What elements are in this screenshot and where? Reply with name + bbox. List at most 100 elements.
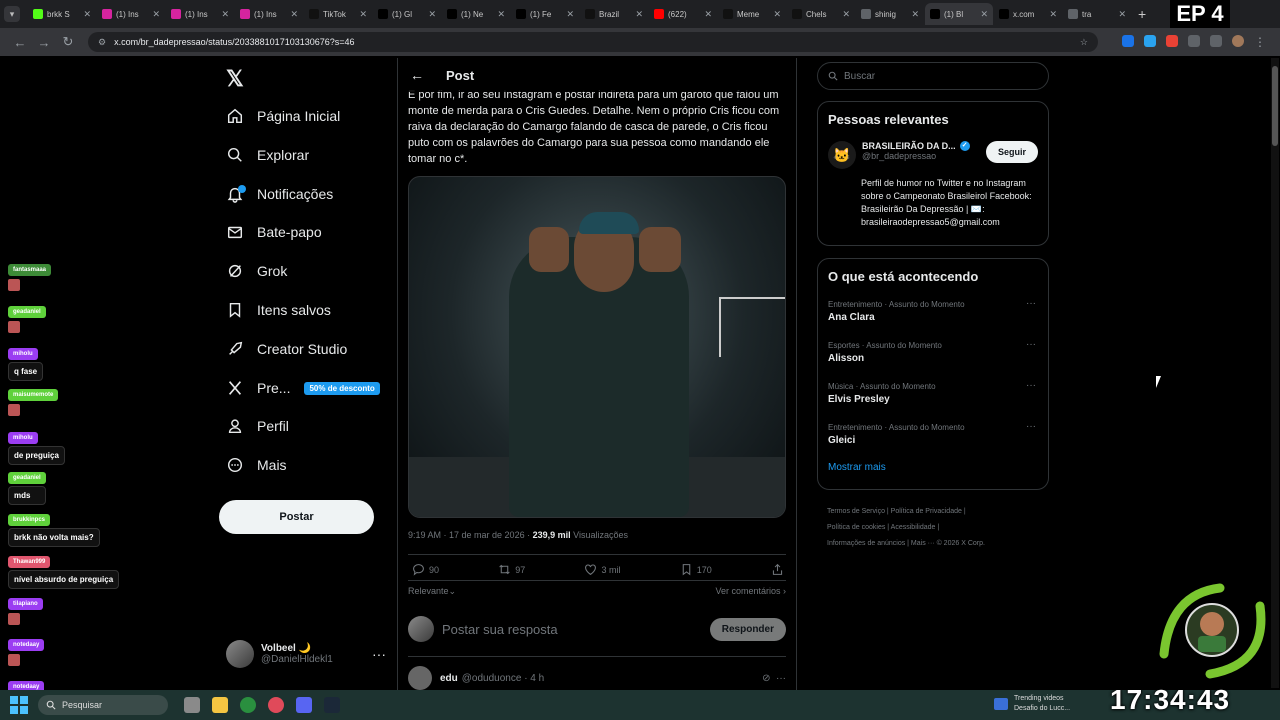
close-icon[interactable]: ✕ (1118, 9, 1126, 20)
site-info-icon[interactable]: ⚙ (98, 37, 106, 48)
steam-icon[interactable] (324, 697, 340, 713)
news-widget[interactable]: Trending videos Desafio do Lucc... (994, 694, 1070, 714)
browser-menu-icon[interactable]: ⋮ (1254, 35, 1266, 49)
close-icon[interactable]: ✕ (428, 9, 436, 20)
browser-tab[interactable]: (1) Gl ✕ (373, 3, 441, 25)
browser-tab[interactable]: (1) Ins ✕ (235, 3, 303, 25)
compose-post-button[interactable]: Postar (219, 500, 374, 534)
close-icon[interactable]: ✕ (83, 9, 91, 20)
nav-item-x-premium[interactable]: Pre... 50% de desconto (226, 376, 380, 400)
post-image[interactable] (408, 176, 786, 518)
footer-line[interactable]: Informações de anúncios | Mais ··· © 202… (827, 536, 1057, 552)
forward-icon[interactable]: → (32, 35, 56, 50)
taskbar-search-input[interactable]: Pesquisar (38, 695, 168, 715)
nav-item-home[interactable]: Página Inicial (226, 104, 340, 128)
nav-item-more-circle[interactable]: Mais (226, 453, 287, 477)
browser-tab[interactable]: (1) Fe ✕ (511, 3, 579, 25)
share-button[interactable] (771, 563, 784, 576)
follow-button[interactable]: Seguir (985, 141, 1038, 163)
browser-tab[interactable]: (1) Ne ✕ (442, 3, 510, 25)
extensions-puzzle-icon[interactable] (1188, 35, 1200, 47)
relevant-person[interactable]: 🐱 BRASILEIRÃO DA D... ✓ @br_dadepressao S… (818, 127, 1048, 177)
back-arrow-icon[interactable]: ← (410, 67, 424, 83)
browser-tab[interactable]: x.com ✕ (994, 3, 1062, 25)
reply-button[interactable]: 90 (412, 563, 439, 576)
close-icon[interactable]: ✕ (911, 9, 919, 20)
close-icon[interactable]: ✕ (497, 9, 505, 20)
close-icon[interactable]: ✕ (566, 9, 574, 20)
close-icon[interactable]: ✕ (980, 9, 988, 20)
close-icon[interactable]: ✕ (1049, 9, 1057, 20)
bookmark-button[interactable]: 170 (680, 563, 712, 576)
profile-avatar[interactable] (1232, 35, 1244, 47)
browser-tab[interactable]: Meme ✕ (718, 3, 786, 25)
scrollbar-thumb[interactable] (1272, 66, 1278, 146)
browser-tab[interactable]: Brazil ✕ (580, 3, 648, 25)
reply-input[interactable]: Postar sua resposta (442, 622, 710, 637)
close-icon[interactable]: ✕ (152, 9, 160, 20)
tab-search-button[interactable]: ▾ (4, 6, 20, 22)
extension-icon[interactable] (1166, 35, 1178, 47)
browser-tab[interactable]: tra ✕ (1063, 3, 1131, 25)
close-icon[interactable]: ✕ (221, 9, 229, 20)
nav-item-search[interactable]: Explorar (226, 143, 309, 167)
footer-line[interactable]: Termos de Serviço | Política de Privacid… (827, 504, 1057, 520)
file-explorer-icon[interactable] (212, 697, 228, 713)
trend-item[interactable]: Entretenimento · Assunto do Momento Ana C… (818, 298, 1048, 339)
close-icon[interactable]: ✕ (704, 9, 712, 20)
url-input[interactable]: ⚙ x.com/br_dadepressao/status/2033881017… (88, 32, 1098, 52)
repost-button[interactable]: 97 (498, 563, 525, 576)
app-icon[interactable] (268, 697, 284, 713)
browser-tab[interactable]: (1) Ins ✕ (166, 3, 234, 25)
browser-tab[interactable]: brkk S ✕ (28, 3, 96, 25)
reload-icon[interactable]: ↻ (56, 34, 80, 50)
close-icon[interactable]: ✕ (842, 9, 850, 20)
discord-icon[interactable] (296, 697, 312, 713)
more-options-icon[interactable]: ··· (1026, 298, 1036, 309)
new-tab-button[interactable]: + (1138, 6, 1146, 22)
nav-item-grok[interactable]: Grok (226, 259, 287, 283)
show-more-link[interactable]: Mostrar mais (818, 462, 1048, 483)
nav-item-bookmark[interactable]: Itens salvos (226, 298, 331, 322)
extension-icon[interactable] (1122, 35, 1134, 47)
nav-item-person[interactable]: Perfil (226, 414, 289, 438)
search-input[interactable]: Buscar (817, 62, 1049, 90)
close-icon[interactable]: ✕ (359, 9, 367, 20)
sort-dropdown[interactable]: Relevante⌄ (408, 586, 456, 597)
more-options-icon[interactable]: ··· (1026, 380, 1036, 391)
trend-item[interactable]: Esportes · Assunto do Momento Alisson ··· (818, 339, 1048, 380)
back-icon[interactable]: ← (8, 35, 32, 50)
grok-icon[interactable]: ⊘ ··· (762, 673, 786, 684)
browser-tab[interactable]: shinig ✕ (856, 3, 924, 25)
close-icon[interactable]: ✕ (290, 9, 298, 20)
close-icon[interactable]: ✕ (635, 9, 643, 20)
reply-item[interactable]: edu @oduduonce · 4 h ⊘ ··· (408, 666, 786, 690)
nav-item-rocket[interactable]: Creator Studio (226, 337, 347, 361)
extension-icon[interactable] (1144, 35, 1156, 47)
view-comments-link[interactable]: Ver comentários › (715, 586, 786, 597)
trend-item[interactable]: Música · Assunto do Momento Elvis Presley… (818, 380, 1048, 421)
nav-item-mail[interactable]: Bate-papo (226, 220, 322, 244)
reply-submit-button[interactable]: Responder (709, 617, 786, 641)
close-icon[interactable]: ✕ (773, 9, 781, 20)
trend-item[interactable]: Entretenimento · Assunto do Momento Gleic… (818, 421, 1048, 462)
account-more-icon[interactable]: ··· (372, 646, 386, 662)
task-view-icon[interactable] (184, 697, 200, 713)
bookmark-star-icon[interactable]: ☆ (1080, 37, 1088, 48)
more-options-icon[interactable]: ··· (1026, 339, 1036, 350)
browser-tab[interactable]: (622) ✕ (649, 3, 717, 25)
reading-list-icon[interactable] (1210, 35, 1222, 47)
more-options-icon[interactable]: ··· (1026, 421, 1036, 432)
chrome-icon[interactable] (240, 697, 256, 713)
browser-tab[interactable]: TikTok ✕ (304, 3, 372, 25)
tab-title: shinig (875, 9, 896, 19)
account-switcher[interactable]: Volbeel 🌙 @DanielHldekl1 ··· (226, 640, 386, 668)
browser-tab[interactable]: Chels ✕ (787, 3, 855, 25)
windows-start-icon[interactable] (10, 696, 28, 714)
browser-tab[interactable]: (1) Ins ✕ (97, 3, 165, 25)
like-button[interactable]: 3 mil (584, 563, 620, 576)
browser-tab[interactable]: (1) Bl ✕ (925, 3, 993, 25)
x-logo-icon[interactable]: 𝕏 (226, 66, 244, 92)
nav-item-bell[interactable]: Notificações (226, 182, 333, 206)
footer-line[interactable]: Política de cookies | Acessibilidade | (827, 520, 1057, 536)
